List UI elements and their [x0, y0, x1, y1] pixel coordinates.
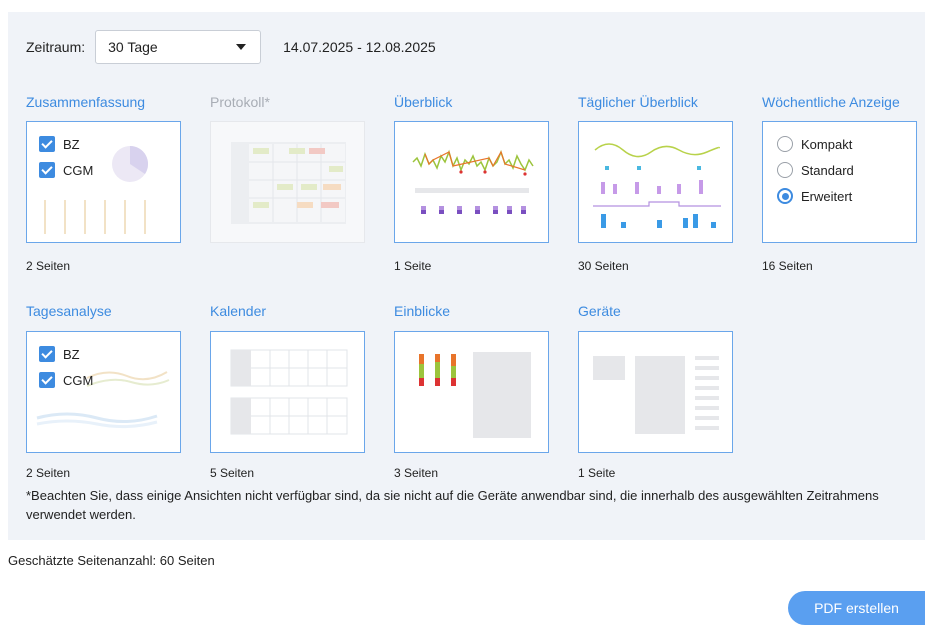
cgm-daily-label: CGM [63, 372, 94, 388]
devices-preview [593, 356, 719, 434]
estimated-page-count: Geschätzte Seitenanzahl: 60 Seiten [8, 553, 215, 568]
option-cgm: CGM [39, 162, 93, 178]
period-selected-value: 30 Tage [108, 39, 158, 55]
pages-tagesanalyse: 2 Seiten [26, 466, 71, 480]
title-geraete[interactable]: Geräte [578, 303, 621, 319]
standard-radio[interactable] [777, 162, 793, 178]
title-zusammenfassung[interactable]: Zusammenfassung [26, 94, 145, 110]
standard-label: Standard [801, 162, 854, 178]
card-geraete[interactable] [578, 331, 733, 453]
report-options-panel [8, 12, 925, 540]
radio-option-standard: Standard [777, 162, 854, 178]
pages-geraete: 1 Seite [578, 466, 616, 480]
card-einblicke[interactable] [394, 331, 549, 453]
cgm-daily-checkbox[interactable] [39, 372, 55, 388]
title-ueberblick[interactable]: Überblick [394, 94, 452, 110]
pages-einblicke: 3 Seiten [394, 466, 439, 480]
cgm-checkbox[interactable] [39, 162, 55, 178]
bz-daily-checkbox[interactable] [39, 346, 55, 362]
card-protokoll [210, 121, 365, 243]
cgm-label: CGM [63, 162, 94, 178]
title-einblicke[interactable]: Einblicke [394, 303, 450, 319]
availability-note: *Beachten Sie, dass einige Ansichten nic… [26, 488, 879, 522]
bz-checkbox[interactable] [39, 136, 55, 152]
card-tagesanalyse[interactable]: BZ CGM [26, 331, 181, 453]
option-bz: BZ [39, 136, 80, 152]
title-protokoll: Protokoll* [210, 94, 270, 110]
card-ueberblick[interactable] [394, 121, 549, 243]
card-zusammenfassung[interactable]: BZ CGM [26, 121, 181, 243]
insights-preview [419, 352, 531, 438]
bz-daily-label: BZ [63, 346, 80, 362]
title-kalender[interactable]: Kalender [210, 303, 266, 319]
kompakt-label: Kompakt [801, 136, 853, 152]
option-bz-daily: BZ [39, 346, 80, 362]
period-row: Zeitraum: 30 Tage 14.07.2025 - 12.08.202… [26, 30, 436, 64]
erweitert-radio[interactable] [777, 188, 793, 204]
erweitert-label: Erweitert [801, 188, 853, 204]
logbook-preview [231, 142, 346, 224]
create-pdf-button[interactable]: PDF erstellen [788, 591, 925, 625]
period-select[interactable]: 30 Tage [95, 30, 262, 64]
card-woechentliche-anzeige[interactable]: Kompakt Standard Erweitert [762, 121, 917, 243]
pages-zusammenfassung: 2 Seiten [26, 259, 71, 273]
bz-label: BZ [63, 136, 80, 152]
calendar-preview [230, 349, 348, 435]
overview-preview [412, 149, 534, 214]
chevron-down-icon [236, 44, 247, 50]
option-cgm-daily: CGM [39, 372, 93, 388]
title-woechentliche-anzeige[interactable]: Wöchentliche Anzeige [762, 94, 900, 110]
kompakt-radio[interactable] [777, 136, 793, 152]
title-taeglicher-ueberblick[interactable]: Täglicher Überblick [578, 94, 698, 110]
radio-option-erweitert: Erweitert [777, 188, 852, 204]
date-range: 14.07.2025 - 12.08.2025 [283, 39, 436, 55]
card-kalender[interactable] [210, 331, 365, 453]
radio-option-kompakt: Kompakt [777, 136, 852, 152]
daily-overview-preview [593, 143, 721, 228]
pages-taeglicher-ueberblick: 30 Seiten [578, 259, 629, 273]
pages-woechentliche-anzeige: 16 Seiten [762, 259, 813, 273]
pages-ueberblick: 1 Seite [394, 259, 432, 273]
title-tagesanalyse[interactable]: Tagesanalyse [26, 303, 112, 319]
card-taeglicher-ueberblick[interactable] [578, 121, 733, 243]
period-label: Zeitraum: [26, 39, 86, 55]
pages-kalender: 5 Seiten [210, 466, 255, 480]
